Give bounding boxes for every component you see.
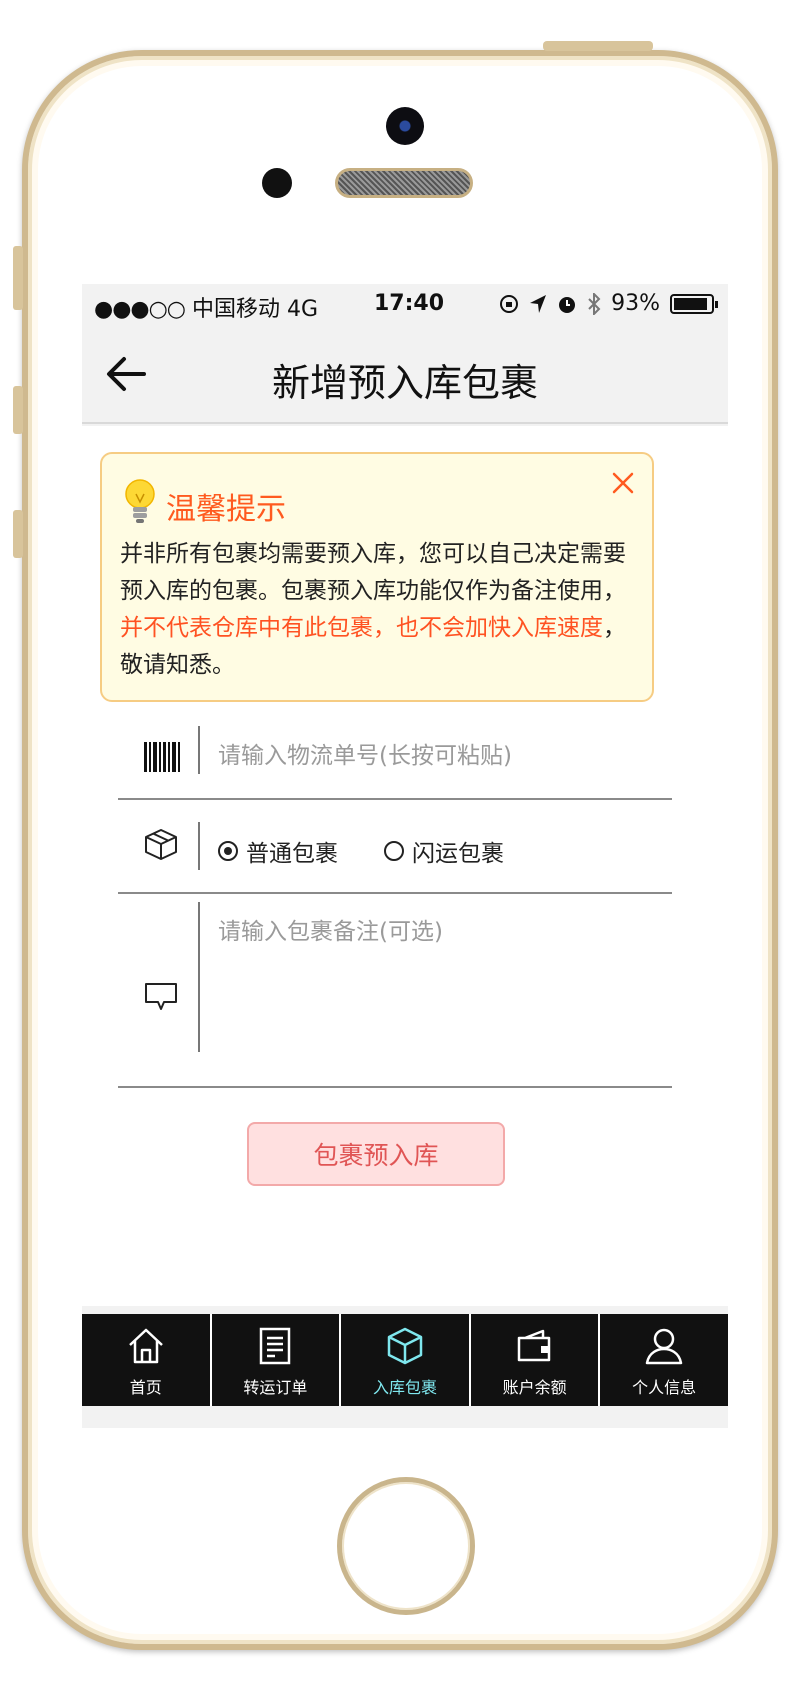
tracking-number-input[interactable]: 请输入物流单号(长按可粘贴): [218, 736, 512, 770]
lightbulb-icon: [125, 479, 155, 523]
close-icon[interactable]: [608, 468, 638, 498]
bottom-tab-bar: 首页 转运订单 入库包裹 账户余额 个人信息: [82, 1314, 728, 1406]
comment-icon: [145, 983, 177, 1010]
status-right: 93%: [499, 291, 718, 316]
radio-unselected-icon[interactable]: [384, 841, 404, 861]
power-button: [543, 41, 653, 51]
tip-line: 并不代表仓库中有此包裹，也不会加快入库速度，: [120, 610, 640, 647]
document-icon: [260, 1327, 291, 1365]
home-icon: [128, 1328, 163, 1364]
barcode-icon: [144, 742, 180, 772]
tab-label: 首页: [129, 1378, 162, 1397]
divider: [198, 902, 200, 1052]
tab-label: 账户余额: [502, 1378, 567, 1397]
tip-punctuation: ，: [603, 615, 626, 641]
volume-up-button: [13, 386, 23, 434]
screen: ●●●○○ 中国移动 4G 17:40 93% 新增预入库包裹 温馨提示 并非所…: [82, 284, 728, 1428]
navigation-bar: 新增预入库包裹: [82, 324, 728, 424]
battery-icon: [670, 293, 718, 314]
tab-home[interactable]: 首页: [82, 1314, 212, 1406]
tab-orders[interactable]: 转运订单: [212, 1314, 342, 1406]
status-left: ●●●○○ 中国移动 4G: [94, 291, 318, 323]
divider: [198, 726, 200, 774]
tab-label: 个人信息: [632, 1378, 697, 1397]
user-icon: [645, 1328, 683, 1365]
box-icon: [387, 1327, 423, 1365]
package-type-row: 普通包裹 闪运包裹: [118, 802, 672, 894]
earpiece-speaker: [335, 168, 473, 198]
tip-line: 敬请知悉。: [120, 652, 235, 678]
location-icon: [530, 294, 547, 313]
rotation-lock-icon: [500, 294, 519, 313]
tab-balance[interactable]: 账户余额: [471, 1314, 601, 1406]
radio-label: 闪运包裹: [412, 841, 504, 867]
tip-box: 温馨提示 并非所有包裹均需要预入库，您可以自己决定需要 预入库的包裹。包裹预入库…: [100, 452, 654, 702]
alarm-icon: [559, 296, 576, 313]
radio-label: 普通包裹: [246, 841, 338, 867]
tracking-number-row: 请输入物流单号(长按可粘贴): [118, 720, 672, 800]
page-title: 新增预入库包裹: [271, 361, 538, 405]
tab-label: 入库包裹: [372, 1378, 437, 1397]
tip-body: 并非所有包裹均需要预入库，您可以自己决定需要 预入库的包裹。包裹预入库功能仅作为…: [120, 536, 640, 684]
carrier-label: 中国移动: [191, 297, 280, 322]
mute-switch: [13, 246, 23, 310]
tab-profile[interactable]: 个人信息: [600, 1314, 728, 1406]
network-label: 4G: [287, 297, 319, 322]
signal-strength: ●●●○○: [94, 297, 186, 322]
volume-down-button: [13, 510, 23, 558]
battery-percent: 93%: [611, 291, 660, 316]
submit-button[interactable]: 包裹预入库: [247, 1122, 505, 1186]
tip-title: 温馨提示: [166, 492, 286, 527]
tip-line: 预入库的包裹。包裹预入库功能仅作为备注使用，: [120, 578, 626, 604]
front-camera: [386, 107, 424, 145]
divider: [198, 822, 200, 870]
package-icon: [145, 829, 177, 860]
package-note-textarea[interactable]: 请输入包裹备注(可选): [218, 912, 443, 946]
radio-normal-package[interactable]: 普通包裹: [218, 834, 338, 868]
proximity-sensor: [262, 168, 292, 198]
package-note-row: 请输入包裹备注(可选): [118, 896, 672, 1088]
wallet-icon: [517, 1329, 550, 1362]
bluetooth-icon: [588, 292, 601, 315]
home-button[interactable]: [337, 1477, 475, 1615]
tip-warning-text: 并不代表仓库中有此包裹，也不会加快入库速度: [120, 615, 603, 641]
radio-selected-icon[interactable]: [218, 841, 238, 861]
status-time: 17:40: [374, 291, 445, 316]
status-bar: ●●●○○ 中国移动 4G 17:40 93%: [82, 284, 728, 324]
tab-label: 转运订单: [243, 1378, 308, 1397]
main-content: 温馨提示 并非所有包裹均需要预入库，您可以自己决定需要 预入库的包裹。包裹预入库…: [82, 426, 728, 1306]
radio-express-package[interactable]: 闪运包裹: [384, 834, 504, 868]
tip-line: 并非所有包裹均需要预入库，您可以自己决定需要: [120, 541, 626, 567]
tab-packages[interactable]: 入库包裹: [341, 1314, 471, 1406]
